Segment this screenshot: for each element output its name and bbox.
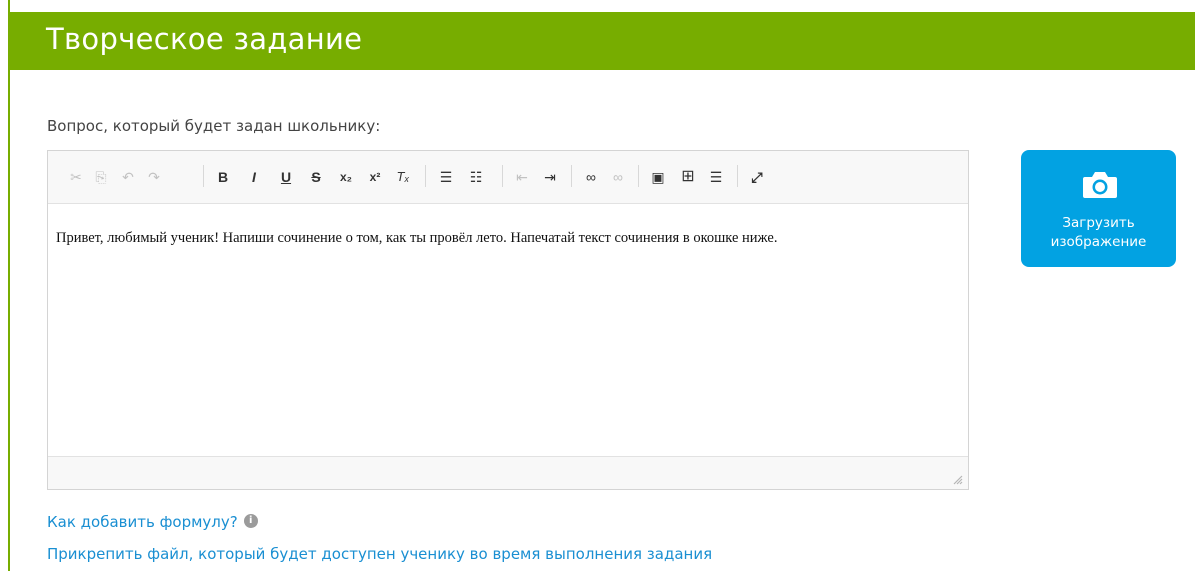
horizontal-line-icon[interactable]: ☰ [706,167,726,187]
cut-icon[interactable]: ✂ [66,167,86,187]
editor-statusbar [48,456,968,489]
resize-handle-icon[interactable] [953,475,963,485]
numbered-list-icon[interactable]: ☰ [436,167,456,187]
formula-help-row: Как добавить формулу? i [47,513,258,531]
left-border-line [8,0,10,571]
bold-icon[interactable]: B [213,167,233,187]
rich-text-editor: ✂ ⎘ ↶ ↷ B I U S x₂ x² Tₓ ☰ ☷ ⇤ ⇥ ∞ ∞ ▣ ⊞… [47,150,969,490]
unlink-icon[interactable]: ∞ [608,167,628,187]
toolbar-separator [638,165,639,187]
italic-icon[interactable]: I [244,167,264,187]
attach-file-link[interactable]: Прикрепить файл, который будет доступен … [47,545,712,563]
upload-button-label: Загрузить изображение [1021,214,1176,252]
copy-icon[interactable]: ⎘ [91,167,111,187]
info-icon[interactable]: i [243,513,258,528]
formula-help-link[interactable]: Как добавить формулу? [47,513,238,531]
question-label: Вопрос, который будет задан школьнику: [47,117,381,135]
toolbar-separator [737,165,738,187]
toolbar-separator [571,165,572,187]
strikethrough-icon[interactable]: S [306,167,326,187]
redo-icon[interactable]: ↷ [144,167,164,187]
editor-toolbar: ✂ ⎘ ↶ ↷ B I U S x₂ x² Tₓ ☰ ☷ ⇤ ⇥ ∞ ∞ ▣ ⊞… [48,151,968,204]
undo-icon[interactable]: ↶ [118,167,138,187]
remove-format-icon[interactable]: Tₓ [393,167,413,187]
underline-icon[interactable]: U [276,167,296,187]
table-icon[interactable]: ⊞ [678,167,698,187]
bulleted-list-icon[interactable]: ☷ [466,167,486,187]
upload-label-line1: Загрузить [1062,215,1135,231]
toolbar-separator [203,165,204,187]
editor-content[interactable]: Привет, любимый ученик! Напиши сочинение… [56,229,956,248]
toolbar-separator [502,165,503,187]
page-title: Творческое задание [46,22,363,56]
outdent-icon[interactable]: ⇤ [512,167,532,187]
indent-icon[interactable]: ⇥ [540,167,560,187]
upload-image-button[interactable]: Загрузить изображение [1021,150,1176,267]
maximize-icon[interactable]: ⤢ [747,167,767,187]
upload-label-line2: изображение [1050,234,1147,250]
toolbar-separator [425,165,426,187]
image-icon[interactable]: ▣ [648,167,668,187]
link-icon[interactable]: ∞ [581,167,601,187]
subscript-icon[interactable]: x₂ [336,167,356,187]
section-header: Творческое задание [8,12,1195,70]
superscript-icon[interactable]: x² [365,167,385,187]
camera-icon [1083,172,1117,198]
